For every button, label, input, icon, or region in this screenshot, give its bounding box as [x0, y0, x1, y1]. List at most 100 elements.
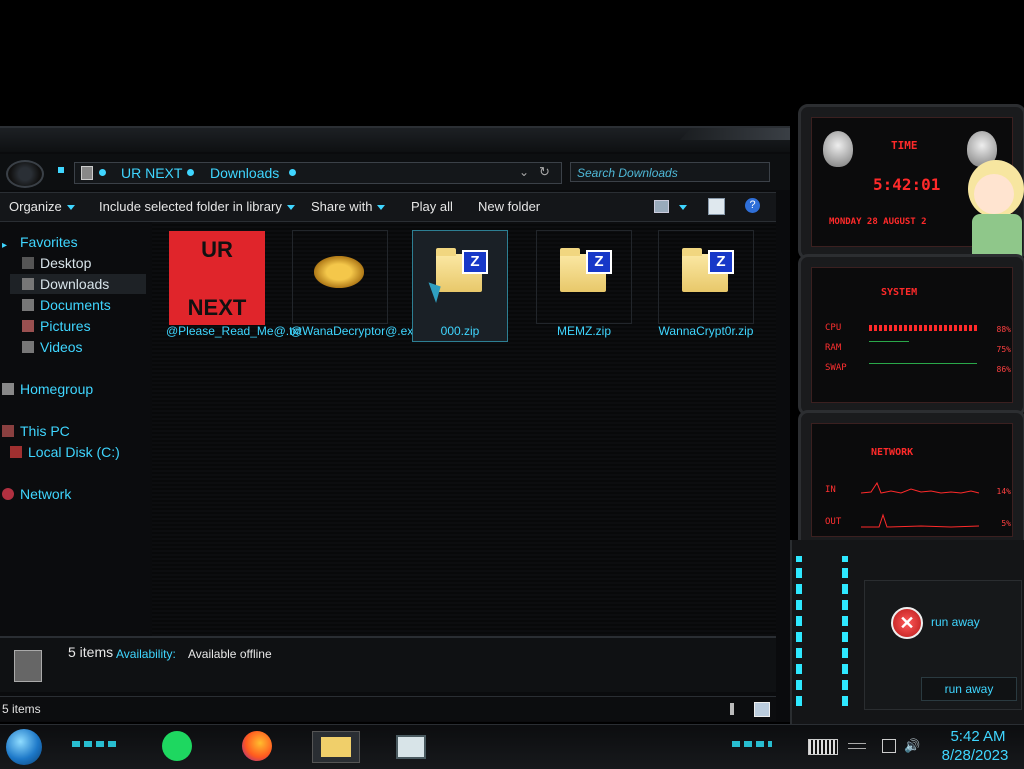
- drive-icon: [10, 446, 22, 458]
- cpu-percent: 88%: [996, 325, 1011, 334]
- breadcrumb-separator-icon: [99, 169, 106, 176]
- file-name: @Please_Read_Me@.txt: [166, 324, 302, 338]
- details-view-icon[interactable]: [730, 703, 734, 715]
- view-options-icon[interactable]: [654, 200, 669, 213]
- breadcrumb-downloads[interactable]: Downloads: [210, 165, 279, 181]
- clock-time: 5:42:01: [873, 175, 941, 194]
- address-bar[interactable]: UR NEXT Downloads ⌄ ↻: [74, 162, 562, 184]
- file-name: MEMZ.zip: [557, 324, 611, 338]
- availability-label: Availability:: [116, 647, 176, 661]
- ur-next-thumbnail: UR NEXT: [169, 231, 265, 325]
- file-item-wannacrypt0r-zip[interactable]: Z WannaCrypt0r.zip: [656, 222, 756, 338]
- nav-favorites[interactable]: ▸ Favorites: [2, 234, 78, 252]
- large-icons-view-icon[interactable]: [754, 702, 770, 717]
- run-away-dialog: ✕ run away run away: [864, 580, 1022, 710]
- nav-local-disk[interactable]: Local Disk (C:): [10, 444, 120, 460]
- swap-percent: 86%: [996, 365, 1011, 374]
- include-in-library-button[interactable]: Include selected folder in library: [99, 199, 295, 214]
- share-with-menu[interactable]: Share with: [311, 199, 386, 214]
- search-input[interactable]: Search Downloads: [570, 162, 770, 182]
- nav-videos[interactable]: Videos: [22, 339, 83, 355]
- downloads-icon: [22, 278, 34, 290]
- cyan-light-strip: [796, 556, 802, 706]
- help-icon[interactable]: ?: [745, 198, 760, 213]
- cpu-label: CPU: [825, 323, 842, 333]
- computer-icon: [2, 425, 14, 437]
- file-explorer-taskbar-icon[interactable]: [312, 731, 360, 763]
- homegroup-icon: [2, 383, 14, 395]
- star-icon: ▸: [2, 240, 8, 251]
- file-name: 000.zip: [440, 324, 480, 338]
- start-button[interactable]: [6, 729, 42, 765]
- net-out-label: OUT: [825, 517, 842, 527]
- new-folder-button[interactable]: New folder: [478, 199, 540, 214]
- documents-icon: [22, 299, 34, 311]
- title-bar[interactable]: [0, 128, 790, 152]
- zip-badge-icon: Z: [462, 250, 488, 274]
- recent-locations-icon[interactable]: [58, 167, 64, 173]
- play-all-button[interactable]: Play all: [411, 199, 453, 214]
- file-item-memz-zip[interactable]: Z MEMZ.zip: [534, 222, 634, 338]
- breadcrumb-separator-icon: [187, 169, 194, 176]
- window-taskbar-icon[interactable]: [390, 731, 430, 761]
- file-item-000-zip[interactable]: Z 000.zip: [410, 222, 510, 342]
- nav-network[interactable]: Network: [2, 486, 71, 502]
- net-in-label: IN: [825, 485, 836, 495]
- videos-icon: [22, 341, 34, 353]
- zip-badge-icon: Z: [586, 250, 612, 274]
- refresh-icon[interactable]: ↻: [539, 164, 550, 180]
- handshake-icon: [314, 256, 364, 288]
- clock-time-taskbar[interactable]: 5:42 AM: [938, 728, 1018, 745]
- system-title: SYSTEM: [881, 287, 918, 298]
- status-bar: 5 items: [0, 696, 776, 721]
- nav-downloads[interactable]: Downloads: [22, 276, 109, 292]
- run-away-button[interactable]: run away: [921, 677, 1017, 701]
- nav-pictures[interactable]: Pictures: [22, 318, 91, 334]
- clock-date-taskbar[interactable]: 8/28/2023: [930, 747, 1020, 764]
- keyboard-icon[interactable]: [808, 739, 838, 755]
- view-dropdown-icon[interactable]: [679, 205, 687, 210]
- network-tray-icon[interactable]: [882, 739, 896, 753]
- file-name: WannaCrypt0r.zip: [658, 324, 754, 338]
- ram-label: RAM: [825, 343, 842, 353]
- chevron-down-icon[interactable]: ⌄: [519, 165, 529, 179]
- cyan-light-strip: [842, 556, 848, 706]
- item-count: 5 items: [68, 644, 114, 660]
- network-title: NETWORK: [871, 447, 914, 458]
- cpu-meter: [869, 325, 977, 331]
- clock-date: MONDAY 28 AUGUST 2: [829, 217, 927, 227]
- nav-documents[interactable]: Documents: [22, 297, 111, 313]
- swap-label: SWAP: [825, 363, 847, 373]
- zip-badge-icon: Z: [708, 250, 734, 274]
- back-button[interactable]: [6, 160, 44, 188]
- swap-meter: [869, 363, 977, 364]
- thumbnail-text-next: NEXT: [187, 295, 247, 320]
- notification-chevron-icon[interactable]: [848, 743, 866, 749]
- breadcrumb-separator-icon: [289, 169, 296, 176]
- address-row: UR NEXT Downloads ⌄ ↻ Search Downloads: [0, 154, 790, 190]
- thumbnail-text-ur: UR: [201, 237, 233, 262]
- nav-this-pc[interactable]: This PC: [2, 423, 70, 439]
- nav-homegroup[interactable]: Homegroup: [2, 381, 93, 397]
- file-item-please-read-me[interactable]: UR NEXT @Please_Read_Me@.txt: [166, 222, 302, 338]
- file-list: UR NEXT @Please_Read_Me@.txt @WanaDecryp…: [152, 222, 776, 636]
- ram-meter: [869, 341, 909, 342]
- time-title: TIME: [891, 139, 918, 152]
- dialog-message: run away: [931, 615, 980, 629]
- system-gadget: SYSTEM CPU RAM SWAP 88% 75% 86%: [798, 254, 1024, 416]
- alien-head-icon: [823, 131, 853, 167]
- command-bar: Organize Include selected folder in libr…: [0, 192, 776, 222]
- spotify-icon[interactable]: [162, 731, 196, 761]
- error-icon: ✕: [891, 607, 923, 639]
- status-item-count: 5 items: [2, 702, 41, 716]
- firefox-icon[interactable]: [242, 731, 276, 761]
- ram-percent: 75%: [996, 345, 1011, 354]
- cyan-light-strip: [72, 741, 116, 747]
- file-item-wanadecryptor[interactable]: @WanaDecryptor@.exe: [290, 222, 420, 338]
- preview-pane-icon[interactable]: [708, 198, 725, 215]
- organize-menu[interactable]: Organize: [9, 199, 75, 214]
- network-icon: [2, 488, 14, 500]
- nav-desktop[interactable]: Desktop: [22, 255, 91, 271]
- volume-icon[interactable]: 🔊: [904, 738, 920, 754]
- breadcrumb-ur-next[interactable]: UR NEXT: [121, 165, 182, 181]
